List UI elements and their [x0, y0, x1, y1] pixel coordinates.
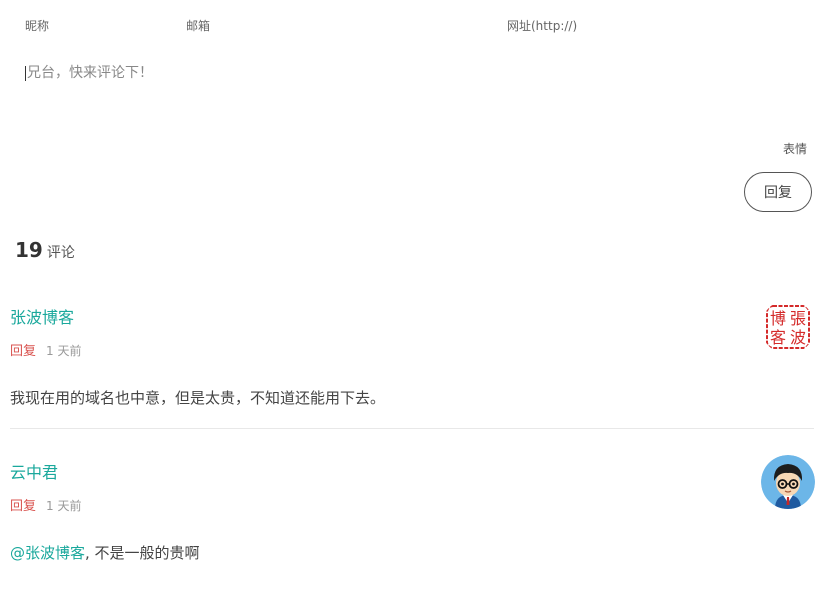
email-field[interactable]: 邮箱	[186, 17, 210, 34]
comment-author[interactable]: 云中君	[10, 459, 814, 483]
comment-meta: 回复 1 天前	[10, 340, 814, 359]
comment-meta: 回复 1 天前	[10, 495, 814, 514]
svg-text:波: 波	[790, 328, 806, 347]
comment-textarea[interactable]: 兄台，快来评论下！	[25, 62, 805, 122]
comment-text: @张波博客, 不是一般的贵啊	[10, 542, 814, 563]
comment-item: 张波博客 回复 1 天前 我现在用的域名也中意，但是太贵，不知道还能用下去。	[10, 304, 814, 408]
avatar-cartoon	[761, 455, 815, 509]
website-field[interactable]: 网址(http://)	[507, 17, 577, 34]
comment-text-body: , 不是一般的贵啊	[85, 544, 200, 562]
svg-text:客: 客	[770, 328, 786, 347]
comment-item: 云中君 回复 1 天前 @张波博客, 不是一般的贵啊	[10, 459, 814, 563]
comment-author[interactable]: 张波博客	[10, 304, 814, 328]
comment-divider	[10, 428, 814, 429]
submit-reply-button[interactable]: 回复	[744, 172, 812, 212]
comment-time: 1 天前	[46, 344, 82, 358]
mention-link[interactable]: @张波博客	[10, 544, 85, 562]
comment-count-label: 评论	[46, 245, 75, 261]
comment-placeholder: 兄台，快来评论下！	[27, 65, 153, 81]
text-caret	[25, 65, 26, 81]
comment-count-number: 19	[15, 238, 43, 262]
comment-time: 1 天前	[46, 499, 82, 513]
nickname-field[interactable]: 昵称	[25, 17, 49, 34]
emoji-button[interactable]: 表情	[783, 140, 807, 157]
svg-text:博: 博	[770, 309, 786, 328]
comment-text: 我现在用的域名也中意，但是太贵，不知道还能用下去。	[10, 389, 386, 407]
avatar-seal: 張 博 波 客	[761, 300, 815, 354]
comment-reply-link[interactable]: 回复	[10, 499, 36, 514]
svg-text:張: 張	[790, 309, 806, 328]
comment-count: 19 评论	[15, 238, 75, 262]
comment-reply-link[interactable]: 回复	[10, 344, 36, 359]
